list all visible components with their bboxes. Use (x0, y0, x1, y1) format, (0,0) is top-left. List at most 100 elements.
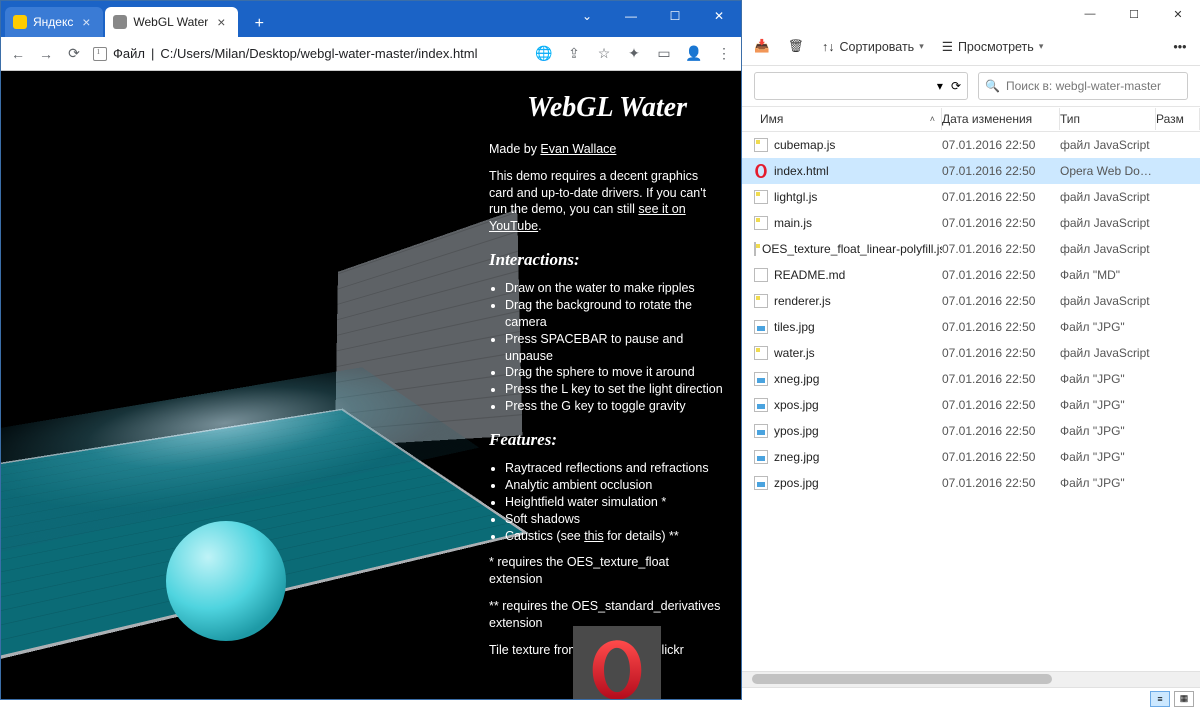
nav-back-icon[interactable]: ← (9, 45, 27, 63)
tab-yandex[interactable]: Яндекс × (5, 7, 103, 37)
file-name: xneg.jpg (774, 372, 819, 386)
col-size[interactable]: Разм (1156, 108, 1200, 130)
search-input[interactable]: 🔍 Поиск в: webgl-water-master (978, 72, 1188, 100)
breadcrumb[interactable]: ▾ ⟳ (754, 72, 968, 100)
col-date[interactable]: Дата изменения (942, 108, 1060, 130)
table-row[interactable]: index.html07.01.2016 22:50Opera Web Docu… (742, 158, 1200, 184)
drag-thumbnail[interactable] (573, 626, 661, 699)
list-item: Drag the sphere to move it around (505, 364, 725, 381)
nav-forward-icon[interactable]: → (37, 45, 55, 63)
nav-reload-icon[interactable]: ⟳ (65, 45, 83, 63)
sort-button[interactable]: ↑↓ Сортировать ▾ (822, 40, 924, 54)
icons-view-button[interactable]: ▦ (1174, 691, 1194, 707)
table-row[interactable]: lightgl.js07.01.2016 22:50файл JavaScrip… (742, 184, 1200, 210)
col-name[interactable]: Имя ˄ (742, 108, 942, 130)
cell-type: Файл "JPG" (1060, 476, 1156, 490)
sphere[interactable] (166, 521, 286, 641)
file-name: renderer.js (774, 294, 831, 308)
delete-icon[interactable]: 🗑 (788, 39, 804, 55)
explorer-path-row: ▾ ⟳ 🔍 Поиск в: webgl-water-master (742, 66, 1200, 106)
file-icon (754, 294, 768, 308)
cell-date: 07.01.2016 22:50 (942, 424, 1060, 438)
table-row[interactable]: zneg.jpg07.01.2016 22:50Файл "JPG" (742, 444, 1200, 470)
file-icon (754, 450, 768, 464)
address-field[interactable]: Файл | C:/Users/Milan/Desktop/webgl-wate… (93, 46, 525, 61)
table-row[interactable]: xneg.jpg07.01.2016 22:50Файл "JPG" (742, 366, 1200, 392)
horizontal-scrollbar[interactable] (742, 671, 1200, 687)
list-item: Press the G key to toggle gravity (505, 398, 725, 415)
cell-name: xpos.jpg (742, 398, 942, 412)
cell-date: 07.01.2016 22:50 (942, 190, 1060, 204)
table-row[interactable]: README.md07.01.2016 22:50Файл "MD" (742, 262, 1200, 288)
more-icon[interactable]: ••• (1172, 39, 1188, 55)
file-info-icon[interactable] (93, 47, 107, 61)
refresh-icon[interactable]: ⟳ (951, 79, 961, 93)
cell-name: index.html (742, 164, 942, 178)
scroll-thumb[interactable] (752, 674, 1052, 684)
cell-type: файл JavaScript (1060, 242, 1156, 256)
extensions-icon[interactable]: ✦ (625, 45, 643, 63)
file-name: zpos.jpg (774, 476, 819, 490)
cell-type: файл JavaScript (1060, 138, 1156, 152)
tab-close-icon[interactable]: × (79, 14, 93, 30)
sidepanel-icon[interactable]: ▭ (655, 45, 673, 63)
file-icon (754, 346, 768, 360)
table-row[interactable]: OES_texture_float_linear-polyfill.js07.0… (742, 236, 1200, 262)
caustics-pre: Caustics (see (505, 529, 584, 543)
table-row[interactable]: zpos.jpg07.01.2016 22:50Файл "JPG" (742, 470, 1200, 496)
caustics-link[interactable]: this (584, 529, 603, 543)
col-type[interactable]: Тип (1060, 108, 1156, 130)
file-list[interactable]: cubemap.js07.01.2016 22:50файл JavaScrip… (742, 132, 1200, 671)
new-tab-button[interactable]: + (246, 11, 272, 37)
tab-strip: Яндекс × WebGL Water × + ⌄ — ☐ ✕ (1, 1, 741, 37)
file-name: ypos.jpg (774, 424, 819, 438)
col-date-label: Дата изменения (942, 112, 1032, 126)
webgl-canvas[interactable] (1, 211, 481, 631)
menu-icon[interactable]: ⋮ (715, 45, 733, 63)
byline: Made by Evan Wallace (489, 141, 725, 158)
window-maximize-icon[interactable]: ☐ (653, 1, 697, 31)
bookmark-icon[interactable]: ☆ (595, 45, 613, 63)
cell-type: файл JavaScript (1060, 190, 1156, 204)
table-row[interactable]: tiles.jpg07.01.2016 22:50Файл "JPG" (742, 314, 1200, 340)
list-item: Soft shadows (505, 511, 725, 528)
view-button[interactable]: ☰ Просмотреть ▾ (942, 39, 1044, 54)
table-row[interactable]: water.js07.01.2016 22:50файл JavaScript (742, 340, 1200, 366)
file-icon (754, 476, 768, 490)
file-name: main.js (774, 216, 812, 230)
table-row[interactable]: ypos.jpg07.01.2016 22:50Файл "JPG" (742, 418, 1200, 444)
chevron-down-icon[interactable]: ▾ (937, 79, 943, 93)
share-icon[interactable]: ⇪ (565, 45, 583, 63)
tab-close-icon[interactable]: × (214, 14, 228, 30)
table-row[interactable]: main.js07.01.2016 22:50файл JavaScript (742, 210, 1200, 236)
interactions-list: Draw on the water to make ripples Drag th… (505, 280, 725, 415)
table-row[interactable]: xpos.jpg07.01.2016 22:50Файл "JPG" (742, 392, 1200, 418)
byline-prefix: Made by (489, 142, 540, 156)
window-dropdown-icon[interactable]: ⌄ (565, 1, 609, 31)
window-close-icon[interactable]: ✕ (1156, 0, 1200, 28)
tab-webgl-water[interactable]: WebGL Water × (105, 7, 238, 37)
cell-date: 07.01.2016 22:50 (942, 372, 1060, 386)
file-icon (754, 268, 768, 282)
window-close-icon[interactable]: ✕ (697, 1, 741, 31)
details-view-button[interactable]: ≡ (1150, 691, 1170, 707)
window-minimize-icon[interactable]: — (609, 1, 653, 31)
table-row[interactable]: renderer.js07.01.2016 22:50файл JavaScri… (742, 288, 1200, 314)
window-maximize-icon[interactable]: ☐ (1112, 0, 1156, 28)
favicon-water (113, 15, 127, 29)
author-link[interactable]: Evan Wallace (540, 142, 616, 156)
profile-icon[interactable]: 👤 (685, 45, 703, 63)
cell-date: 07.01.2016 22:50 (942, 346, 1060, 360)
search-placeholder: Поиск в: webgl-water-master (1006, 79, 1161, 93)
cell-date: 07.01.2016 22:50 (942, 242, 1060, 256)
file-icon (754, 424, 768, 438)
cell-date: 07.01.2016 22:50 (942, 268, 1060, 282)
translate-icon[interactable]: 🌐 (535, 45, 553, 63)
table-row[interactable]: cubemap.js07.01.2016 22:50файл JavaScrip… (742, 132, 1200, 158)
url-separator: | (151, 46, 154, 61)
list-item: Draw on the water to make ripples (505, 280, 725, 297)
interactions-heading: Interactions: (489, 249, 725, 272)
pin-icon[interactable]: 📥 (754, 39, 770, 55)
window-minimize-icon[interactable]: — (1068, 0, 1112, 28)
page-content: WebGL Water Made by Evan Wallace This de… (1, 71, 741, 699)
